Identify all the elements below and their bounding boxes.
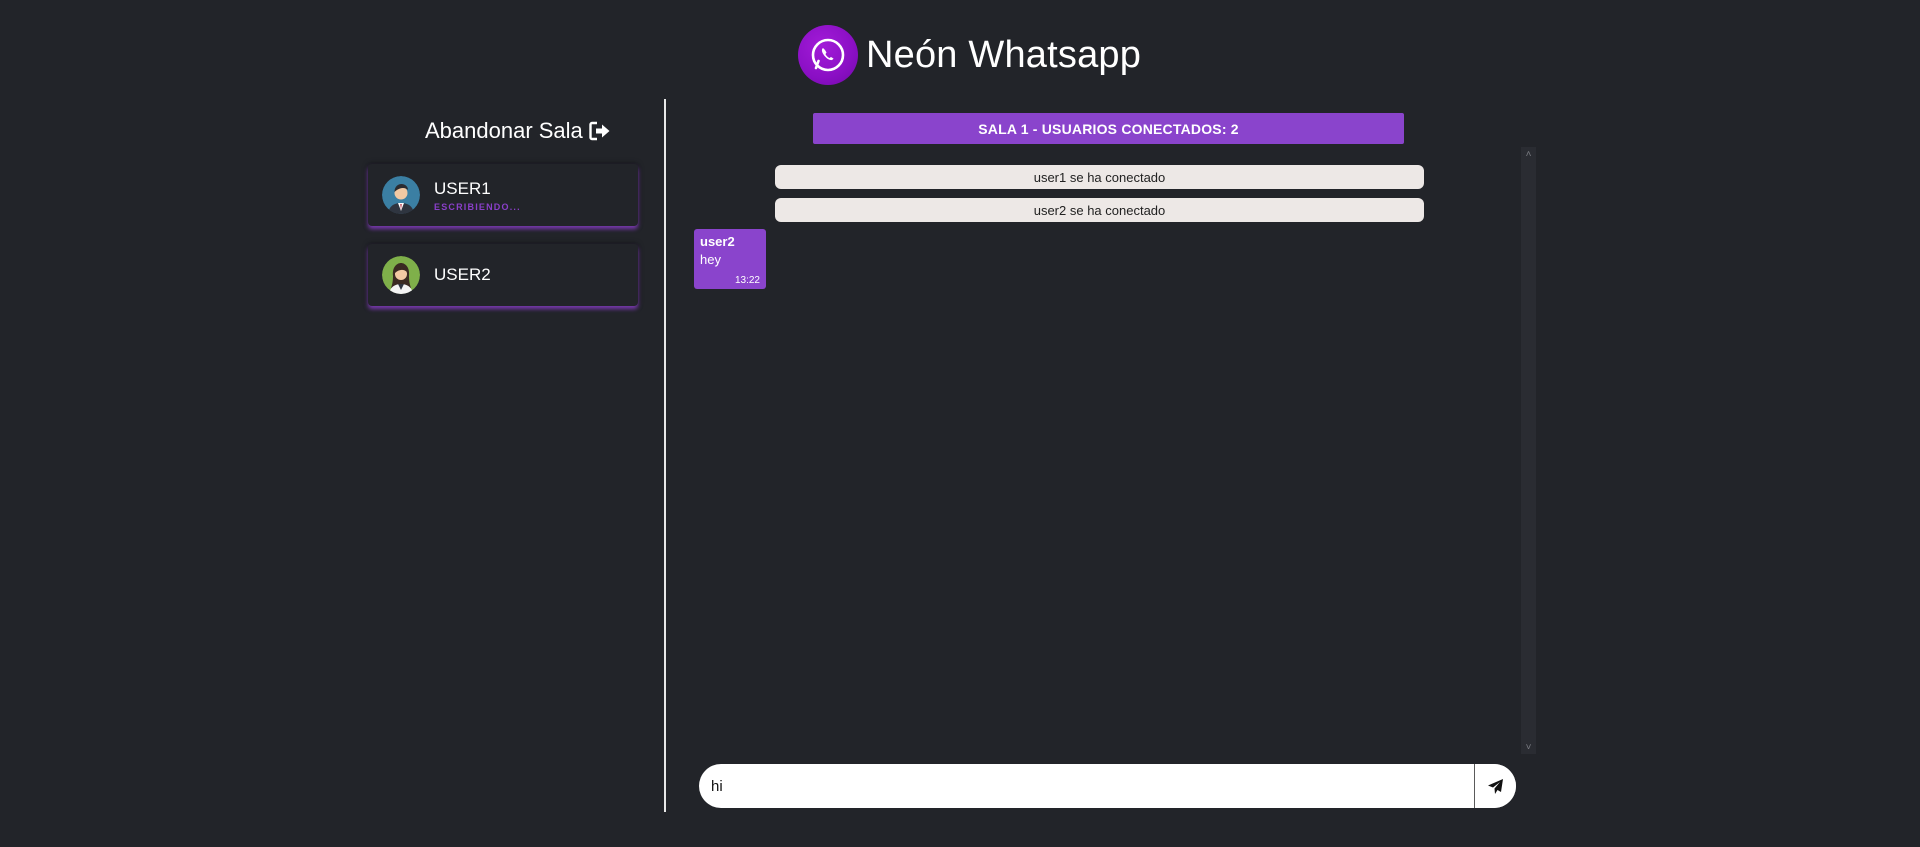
leave-room-button[interactable]: Abandonar Sala bbox=[425, 118, 611, 144]
chat-scrollbar[interactable]: ˄ ˅ bbox=[1521, 147, 1536, 754]
male-avatar-icon bbox=[382, 176, 420, 214]
message-text: hey bbox=[700, 252, 721, 267]
typing-status: ESCRIBIENDO... bbox=[434, 201, 521, 212]
whatsapp-logo-icon bbox=[798, 25, 858, 85]
chat-page: Neón Whatsapp Abandonar Sala USER1 ESCRI… bbox=[0, 0, 1920, 847]
room-banner: SALA 1 - USUARIOS CONECTADOS: 2 bbox=[813, 113, 1404, 144]
message-author: user2 bbox=[700, 234, 735, 249]
message-time: 13:22 bbox=[734, 275, 760, 286]
user-card-user2[interactable]: USER2 bbox=[368, 244, 638, 306]
user-name: USER2 bbox=[434, 265, 491, 284]
user-card-user1[interactable]: USER1 ESCRIBIENDO... bbox=[368, 164, 638, 226]
send-button[interactable] bbox=[1474, 764, 1516, 808]
system-message: user2 se ha conectado bbox=[775, 198, 1424, 222]
brand-header: Neón Whatsapp bbox=[798, 25, 1141, 85]
paper-plane-icon bbox=[1488, 778, 1503, 794]
user-list: USER1 ESCRIBIENDO... USER2 bbox=[368, 164, 638, 324]
user-info: USER1 ESCRIBIENDO... bbox=[434, 179, 521, 212]
message-input[interactable] bbox=[699, 764, 1474, 808]
chat-message: user2 hey 13:22 bbox=[694, 229, 766, 289]
user-name: USER1 bbox=[434, 178, 491, 198]
scroll-down-icon[interactable]: ˅ bbox=[1521, 740, 1536, 754]
message-composer bbox=[699, 764, 1516, 808]
female-avatar-icon bbox=[382, 256, 420, 294]
scroll-up-icon[interactable]: ˄ bbox=[1521, 147, 1536, 161]
app-title: Neón Whatsapp bbox=[866, 34, 1142, 76]
system-message: user1 se ha conectado bbox=[775, 165, 1424, 189]
user-info: USER2 bbox=[434, 265, 491, 285]
sign-out-icon bbox=[589, 121, 610, 141]
leave-room-label: Abandonar Sala bbox=[425, 118, 583, 143]
panel-divider bbox=[664, 99, 666, 812]
